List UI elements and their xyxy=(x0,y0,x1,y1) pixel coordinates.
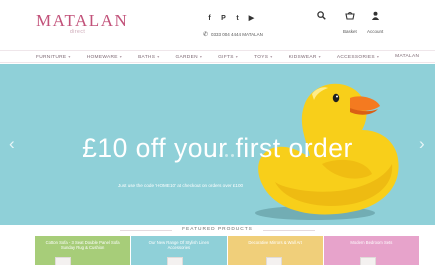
page: MATALAN direct f P t ▶ ✆ 0333 004 4444 M… xyxy=(0,0,435,265)
carousel-next-arrow[interactable]: › xyxy=(419,134,425,154)
product-image xyxy=(167,257,184,265)
nav-item-garden[interactable]: GARDEN ▾ xyxy=(176,51,219,63)
user-icon xyxy=(371,11,380,23)
phone-icon: ✆ xyxy=(203,32,209,38)
main-nav: FURNITURE ▾ HOMEWARE ▾ BATHS ▾ GARDEN ▾ GIFT… xyxy=(0,50,435,63)
phone-contact[interactable]: ✆ 0333 004 4444 MATALAN xyxy=(203,31,263,38)
featured-products: Cotton Sofa - 3 Seat Double Panel Sofa S… xyxy=(35,236,419,265)
nav-label: GIFTS xyxy=(218,55,234,60)
nav-label: ACCESSORIES xyxy=(336,55,375,60)
search-icon xyxy=(317,11,326,23)
account-label: Account xyxy=(367,29,384,34)
carousel-dot[interactable] xyxy=(225,154,228,157)
phone-number: 0333 004 4444 MATALAN xyxy=(211,32,263,37)
logo-subtitle: direct xyxy=(70,29,86,35)
nav-items: FURNITURE ▾ HOMEWARE ▾ BATHS ▾ GARDEN ▾ GIFT… xyxy=(36,51,435,63)
divider xyxy=(263,230,315,231)
youtube-icon[interactable]: ▶ xyxy=(246,13,257,24)
carousel-dot[interactable] xyxy=(231,154,234,157)
product-tile-text: Modern Bedroom Sets xyxy=(350,240,393,245)
nav-item-homeware[interactable]: HOMEWARE ▾ xyxy=(87,51,138,63)
hero-banner[interactable]: £10 off your first order Just use the co… xyxy=(0,64,435,225)
nav-item-accessories[interactable]: ACCESSORIES ▾ xyxy=(337,51,395,63)
chevron-down-icon: ▾ xyxy=(270,54,273,59)
basket-button[interactable]: Basket xyxy=(343,11,357,34)
account-button[interactable]: Account xyxy=(367,11,383,34)
twitter-icon[interactable]: t xyxy=(232,13,243,24)
search-button[interactable] xyxy=(317,11,326,23)
nav-item-furniture[interactable]: FURNITURE ▾ xyxy=(36,51,87,63)
nav-label: FURNITURE xyxy=(36,55,67,60)
product-image xyxy=(55,257,71,265)
nav-label: BATHS xyxy=(138,55,156,60)
nav-item-kidswear[interactable]: KIDSWEAR ▾ xyxy=(289,51,337,63)
product-tile-text: Our New Range Of Stylish Linen Accessori… xyxy=(148,240,210,250)
carousel-dots xyxy=(213,154,234,157)
product-tile[interactable]: Decorative Mirrors & Wall Art xyxy=(227,236,323,265)
social-links: f P t ▶ xyxy=(204,13,257,24)
carousel-prev-arrow[interactable]: ‹ xyxy=(9,134,15,154)
product-tile[interactable]: Our New Range Of Stylish Linen Accessori… xyxy=(131,236,227,265)
pinterest-icon[interactable]: P xyxy=(218,13,229,24)
chevron-down-icon: ▾ xyxy=(68,54,71,59)
featured-label: FEATURED PRODUCTS xyxy=(182,227,253,232)
facebook-icon[interactable]: f xyxy=(204,13,215,24)
chevron-down-icon: ▾ xyxy=(157,54,160,59)
nav-label: GARDEN xyxy=(175,55,198,60)
product-tile-text: Decorative Mirrors & Wall Art xyxy=(248,240,302,245)
nav-label: KIDSWEAR xyxy=(288,55,317,60)
chevron-down-icon: ▾ xyxy=(318,54,321,59)
product-tile[interactable]: Modern Bedroom Sets xyxy=(323,236,419,265)
chevron-down-icon: ▾ xyxy=(376,54,380,59)
product-tile-text: Cotton Sofa - 3 Seat Double Panel Sofa S… xyxy=(45,240,120,250)
chevron-down-icon: ▾ xyxy=(199,54,203,59)
carousel-dot[interactable] xyxy=(219,154,222,157)
hero-title: £10 off your first order xyxy=(82,133,353,163)
matalan-logo[interactable]: MATALAN xyxy=(36,11,128,31)
carousel-dot[interactable] xyxy=(213,154,216,157)
nav-item-toys[interactable]: TOYS ▾ xyxy=(254,51,289,63)
featured-section-header: FEATURED PRODUCTS xyxy=(0,225,435,235)
product-image xyxy=(359,257,376,265)
hero-subtitle: Just use the code 'HOME10' at checkout o… xyxy=(118,183,244,188)
chevron-down-icon: ▾ xyxy=(235,54,239,59)
nav-label: MATALAN xyxy=(395,54,420,59)
nav-item-baths[interactable]: BATHS ▾ xyxy=(138,51,175,63)
basket-icon xyxy=(345,11,355,23)
product-image xyxy=(265,257,282,265)
nav-label: HOMEWARE xyxy=(86,55,118,60)
nav-label: TOYS xyxy=(254,55,269,60)
site-header: MATALAN direct f P t ▶ ✆ 0333 004 4444 M… xyxy=(0,0,435,48)
nav-item-gifts[interactable]: GIFTS ▾ xyxy=(218,51,254,63)
basket-label: Basket xyxy=(343,29,357,34)
product-tile[interactable]: Cotton Sofa - 3 Seat Double Panel Sofa S… xyxy=(35,236,131,265)
chevron-down-icon: ▾ xyxy=(119,54,123,59)
nav-item-matalan[interactable]: MATALAN xyxy=(395,51,435,63)
